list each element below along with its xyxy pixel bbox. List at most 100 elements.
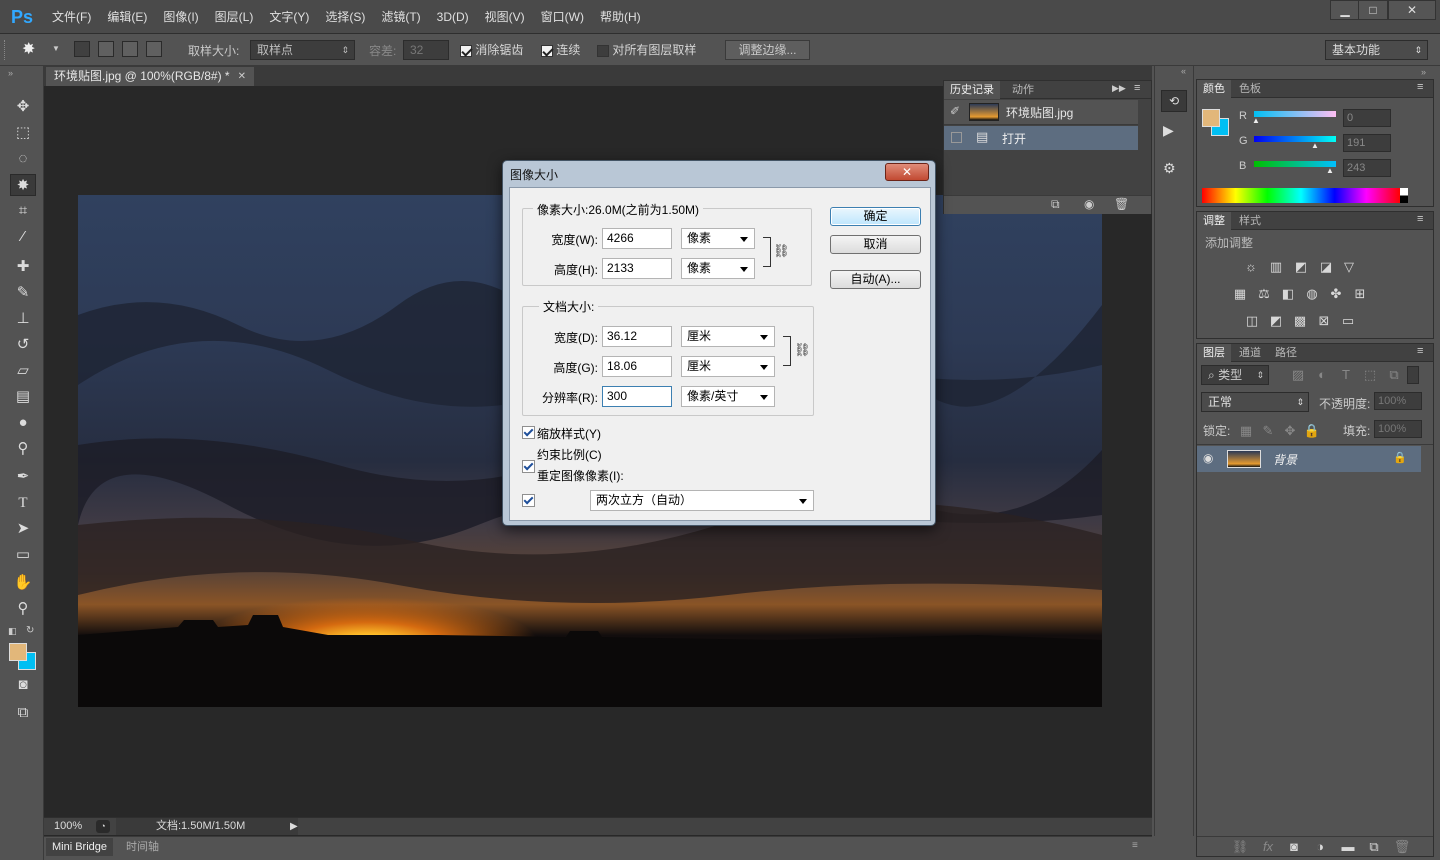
fill-input[interactable]: 100%: [1374, 420, 1422, 438]
green-slider[interactable]: [1254, 136, 1336, 142]
menu-filter[interactable]: 滤镜(T): [373, 0, 428, 34]
new-document-from-state-icon[interactable]: ⧉: [1051, 197, 1060, 212]
black-white-icon[interactable]: ◧: [1279, 287, 1297, 301]
tab-timeline[interactable]: 时间轴: [120, 838, 165, 856]
eyedropper-tool-icon[interactable]: ⁄: [10, 226, 36, 248]
hue-saturation-icon[interactable]: ▦: [1231, 287, 1249, 301]
lock-position-icon[interactable]: ✥: [1281, 424, 1299, 438]
history-source-checkbox[interactable]: [951, 132, 962, 143]
red-value-input[interactable]: 0: [1343, 109, 1391, 127]
green-slider-thumb-icon[interactable]: ▲: [1311, 141, 1319, 150]
red-slider-thumb-icon[interactable]: ▲: [1252, 116, 1260, 125]
pen-tool-icon[interactable]: ✒: [10, 466, 36, 488]
filter-pixel-icon[interactable]: ▨: [1289, 368, 1307, 382]
green-value-input[interactable]: 191: [1343, 134, 1391, 152]
layer-filter-dropdown[interactable]: ⌕ 类型 ⇕: [1201, 365, 1269, 385]
antialias-option[interactable]: 消除锯齿: [460, 41, 523, 58]
brush-tool-icon[interactable]: ✎: [10, 282, 36, 304]
cancel-button[interactable]: 取消: [830, 235, 921, 254]
tab-styles[interactable]: 样式: [1233, 212, 1267, 230]
invert-icon[interactable]: ◫: [1243, 314, 1261, 328]
doc-height-input[interactable]: 18.06: [602, 356, 672, 377]
filter-adjustment-icon[interactable]: ◐: [1313, 368, 1331, 382]
hand-tool-icon[interactable]: ✋: [10, 572, 36, 594]
delete-layer-icon[interactable]: 🗑: [1393, 840, 1411, 854]
menu-window[interactable]: 窗口(W): [533, 0, 592, 34]
px-height-unit-select[interactable]: 像素: [681, 258, 755, 279]
tab-actions[interactable]: 动作: [1006, 81, 1040, 99]
move-tool-icon[interactable]: ✥: [10, 96, 36, 118]
opacity-input[interactable]: 100%: [1374, 392, 1422, 410]
sample-size-dropdown[interactable]: 取样点 ⇕: [250, 40, 355, 60]
tab-channels[interactable]: 通道: [1233, 344, 1267, 362]
tolerance-input[interactable]: 32: [403, 40, 449, 60]
panel-collapse-icon[interactable]: ▶▶: [1112, 83, 1126, 94]
tab-mini-bridge[interactable]: Mini Bridge: [46, 838, 114, 856]
new-selection-icon[interactable]: [74, 41, 90, 57]
tab-layers[interactable]: 图层: [1197, 344, 1231, 362]
lasso-tool-icon[interactable]: ◌: [10, 148, 36, 170]
menu-3d[interactable]: 3D(D): [429, 0, 477, 34]
panel-menu-icon[interactable]: ≡: [1417, 345, 1423, 357]
menu-image[interactable]: 图像(I): [155, 0, 206, 34]
threshold-icon[interactable]: ▩: [1291, 314, 1309, 328]
quick-mask-icon[interactable]: ◙: [10, 674, 36, 696]
blue-value-input[interactable]: 243: [1343, 159, 1391, 177]
black-white-swatch[interactable]: [1400, 188, 1408, 203]
layer-name[interactable]: 背景: [1273, 451, 1297, 468]
menu-layer[interactable]: 图层(L): [207, 0, 262, 34]
contiguous-checkbox[interactable]: [541, 44, 553, 57]
vibrance-icon[interactable]: ▽: [1340, 260, 1358, 274]
path-selection-tool-icon[interactable]: ➤: [10, 518, 36, 540]
color-lookup-icon[interactable]: ⊞: [1351, 287, 1369, 301]
menu-edit[interactable]: 编辑(E): [99, 0, 155, 34]
magic-wand-tool-preset-icon[interactable]: ✸: [22, 39, 35, 59]
camera-snapshot-icon[interactable]: ◉: [1084, 197, 1094, 211]
blue-slider-thumb-icon[interactable]: ▲: [1326, 166, 1334, 175]
blend-mode-dropdown[interactable]: 正常 ⇕: [1201, 392, 1309, 412]
filter-smart-object-icon[interactable]: ⧉: [1385, 368, 1403, 382]
constrain-proportions-checkbox[interactable]: [522, 460, 535, 473]
link-layers-icon[interactable]: ⛓: [1231, 840, 1249, 854]
close-button[interactable]: ✕: [1388, 0, 1436, 20]
contiguous-option[interactable]: 连续: [541, 41, 580, 58]
dock-expand-icon[interactable]: »: [1421, 67, 1426, 77]
tab-swatches[interactable]: 色板: [1233, 80, 1267, 98]
add-mask-icon[interactable]: ◙: [1285, 840, 1303, 854]
scale-styles-checkbox[interactable]: [522, 426, 535, 439]
new-group-icon[interactable]: ▬: [1339, 840, 1357, 854]
subtract-selection-icon[interactable]: [122, 41, 138, 57]
panel-menu-icon[interactable]: ≡: [1417, 81, 1423, 93]
history-snapshot-row[interactable]: ✐ 环境贴图.jpg: [944, 100, 1138, 125]
sample-all-option[interactable]: 对所有图层取样: [597, 41, 696, 58]
doc-width-unit-select[interactable]: 厘米: [681, 326, 775, 347]
intersect-selection-icon[interactable]: [146, 41, 162, 57]
foreground-color-swatch[interactable]: [1202, 109, 1220, 127]
resample-checkbox[interactable]: [522, 494, 535, 507]
refine-edge-button[interactable]: 调整边缘...: [725, 40, 810, 60]
resolution-unit-select[interactable]: 像素/英寸: [681, 386, 775, 407]
document-tab[interactable]: 环境贴图.jpg @ 100%(RGB/8#) * ✕: [46, 67, 254, 86]
resample-method-select[interactable]: 两次立方（自动）: [590, 490, 814, 511]
layer-style-icon[interactable]: fx: [1259, 840, 1277, 854]
panel-menu-icon[interactable]: ≡: [1134, 82, 1140, 94]
menu-help[interactable]: 帮助(H): [592, 0, 649, 34]
sample-all-checkbox[interactable]: [597, 44, 609, 57]
lock-all-icon[interactable]: 🔒: [1303, 424, 1321, 438]
magic-wand-tool-icon[interactable]: ✸: [10, 174, 36, 196]
zoom-tool-icon[interactable]: ⚲: [10, 598, 36, 620]
actions-dock-icon[interactable]: ▶: [1163, 122, 1174, 139]
photo-filter-icon[interactable]: ◍: [1303, 287, 1321, 301]
trash-icon[interactable]: 🗑: [1114, 197, 1129, 211]
status-menu-arrow-icon[interactable]: ▶: [290, 818, 298, 835]
menu-file[interactable]: 文件(F): [44, 0, 99, 34]
history-brush-tool-icon[interactable]: ↺: [10, 334, 36, 356]
filter-toggle-switch[interactable]: [1407, 366, 1419, 384]
collapse-arrows-icon[interactable]: »: [8, 68, 13, 78]
gradient-tool-icon[interactable]: ▤: [10, 386, 36, 408]
tab-history[interactable]: 历史记录: [944, 81, 1000, 99]
menu-type[interactable]: 文字(Y): [261, 0, 317, 34]
history-brush-source-icon[interactable]: ✐: [950, 104, 960, 118]
default-colors-icon[interactable]: ◧: [8, 626, 17, 637]
visibility-eye-icon[interactable]: ◉: [1203, 451, 1213, 465]
